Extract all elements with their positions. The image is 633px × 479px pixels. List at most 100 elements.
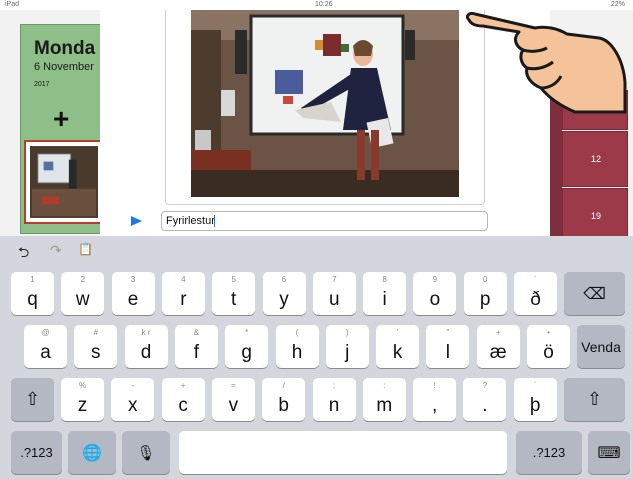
space-bar-label [179, 431, 507, 474]
key-hint: 3 [130, 275, 136, 284]
key-hint: ; [332, 381, 336, 390]
key-hint: 4 [181, 275, 186, 284]
key-hint: ! [433, 381, 436, 390]
key-period[interactable]: ?. [463, 378, 507, 421]
play-icon[interactable] [131, 216, 142, 226]
key-hint: • [547, 328, 550, 337]
paste-icon[interactable]: 📋 [78, 242, 93, 256]
return-key-label: Venda [581, 338, 621, 355]
key-y[interactable]: 6y [262, 272, 306, 315]
key-comma[interactable]: !, [413, 378, 457, 421]
key-hint: ' [396, 328, 399, 337]
key-hint: ´ [533, 381, 537, 390]
numbers-key[interactable]: .?123 [11, 431, 62, 474]
key-x[interactable]: -x [111, 378, 155, 421]
space-bar[interactable] [179, 431, 507, 474]
calendar-cell[interactable]: 12 [562, 131, 628, 187]
key-l[interactable]: " l [426, 325, 470, 368]
key-a[interactable]: @ a [24, 325, 67, 368]
shift-left-key[interactable]: ⇧ [11, 378, 54, 421]
key-ð[interactable]: ´ ð [514, 272, 557, 315]
key-hint: 0 [482, 275, 488, 284]
pointing-hand-icon [465, 12, 627, 114]
key-ö[interactable]: • ö [527, 325, 570, 368]
key-w[interactable]: 2w [61, 272, 105, 315]
key-i[interactable]: 8i [363, 272, 407, 315]
key-g[interactable]: * g [225, 325, 269, 368]
numbers-key-right-label: .?123 [532, 445, 566, 460]
key-æ[interactable]: + æ [476, 325, 520, 368]
key-c[interactable]: + c [161, 378, 205, 421]
event-title-input[interactable] [161, 211, 488, 231]
key-character: n [328, 395, 340, 416]
key-character: u [329, 289, 340, 310]
key-n[interactable]: ; n [312, 378, 356, 421]
key-e[interactable]: 3e [111, 272, 155, 315]
calendar-cell[interactable]: 19 [562, 188, 628, 236]
key-hint: = [231, 381, 236, 390]
key-o[interactable]: 9o [413, 272, 457, 315]
key-character: h [291, 342, 303, 363]
key-hint: : [383, 381, 386, 390]
key-hint: + [495, 328, 501, 337]
key-þ[interactable]: ´ þ [513, 378, 557, 421]
key-character: p [479, 289, 491, 310]
calendar-cell-date: 19 [591, 211, 602, 221]
key-character: f [193, 342, 200, 363]
return-key[interactable]: Venda [577, 325, 625, 368]
onscreen-keyboard: ⮌ ↷ 📋 1 q 2 w 3 e 4 r 5 t 6 y 7 u 8 i 9 o 0 p ´ ð ⌫ @ a # s k r d & f *… [0, 236, 633, 479]
key-j[interactable]: ) j [325, 325, 369, 368]
key-m[interactable]: :m [362, 378, 406, 421]
key-u[interactable]: 7u [312, 272, 356, 315]
numbers-key-right[interactable]: .?123 [516, 431, 582, 474]
key-r[interactable]: 4r [161, 272, 205, 315]
key-character: d [140, 342, 152, 363]
hide-keyboard-key[interactable]: ⌨ [588, 431, 630, 474]
redo-icon[interactable]: ↷ [50, 242, 62, 259]
key-hint: ) [345, 328, 349, 337]
key-character: c [178, 395, 188, 416]
event-thumbnail[interactable] [24, 140, 104, 224]
key-h[interactable]: (h [275, 325, 319, 368]
shift-right-key-label: ⇧ [586, 389, 603, 409]
key-f[interactable]: & f [174, 325, 218, 368]
key-character: s [91, 342, 101, 363]
key-hint: # [93, 328, 99, 337]
key-hint: - [131, 381, 135, 390]
day-name: Monda [34, 38, 96, 59]
key-hint: / [282, 381, 285, 390]
hide-keyboard-key-label: ⌨ [597, 444, 621, 462]
key-character: v [228, 395, 239, 416]
key-k[interactable]: ' k [376, 325, 420, 368]
key-t[interactable]: 5t [212, 272, 256, 315]
key-character: w [75, 289, 90, 310]
add-event-button[interactable]: + [53, 105, 69, 133]
key-hint: ( [295, 328, 299, 337]
globe-key[interactable]: 🌐 [68, 431, 116, 474]
key-p[interactable]: 0p [463, 272, 507, 315]
text-cursor [214, 215, 215, 227]
undo-icon[interactable]: ⮌ [18, 242, 29, 266]
key-hint: " [446, 328, 450, 337]
key-hint: ´ [534, 275, 537, 284]
key-character: k [392, 342, 403, 363]
dictation-key[interactable]: 🎙 [122, 431, 170, 474]
shift-right-key[interactable]: ⇧ [564, 378, 625, 421]
key-hint: 5 [231, 275, 236, 284]
key-character: þ [529, 395, 541, 416]
key-character: i [382, 289, 387, 310]
dictation-key-label: 🎙 [136, 444, 156, 462]
key-v[interactable]: = v [211, 378, 255, 421]
key-q[interactable]: 1q [11, 272, 54, 315]
key-z[interactable]: % z [61, 378, 104, 421]
key-hint: 9 [432, 275, 438, 284]
presentation-thumbnail-image [30, 146, 98, 218]
key-s[interactable]: # s [74, 325, 118, 368]
battery-level: 22% [610, 1, 625, 8]
key-d[interactable]: k r d [124, 325, 168, 368]
backspace-key[interactable]: ⌫ [564, 272, 625, 315]
key-character: æ [489, 342, 507, 363]
event-photo[interactable] [191, 10, 459, 197]
key-hint: ? [482, 381, 488, 390]
key-b[interactable]: / b [262, 378, 306, 421]
